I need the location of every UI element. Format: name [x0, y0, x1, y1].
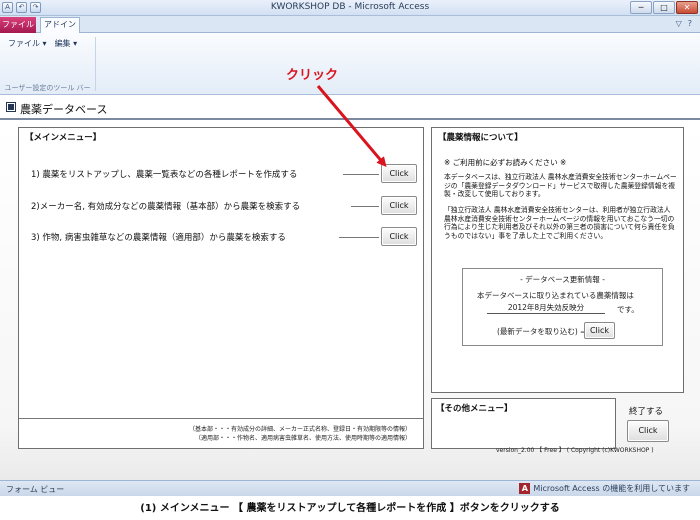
status-view-mode: フォーム ビュー: [6, 485, 65, 494]
status-bar: フォーム ビュー A Microsoft Access の機能を利用しています: [0, 480, 700, 496]
instruction-caption: (1) メインメニュー 【 農薬をリストアップして各種レポートを作成 】ボタンを…: [140, 503, 560, 514]
click-arrow-icon: [316, 85, 387, 168]
status-message: Microsoft Access の機能を利用しています: [533, 484, 690, 493]
access-icon: A: [519, 483, 531, 494]
status-info: A Microsoft Access の機能を利用しています: [519, 483, 690, 494]
